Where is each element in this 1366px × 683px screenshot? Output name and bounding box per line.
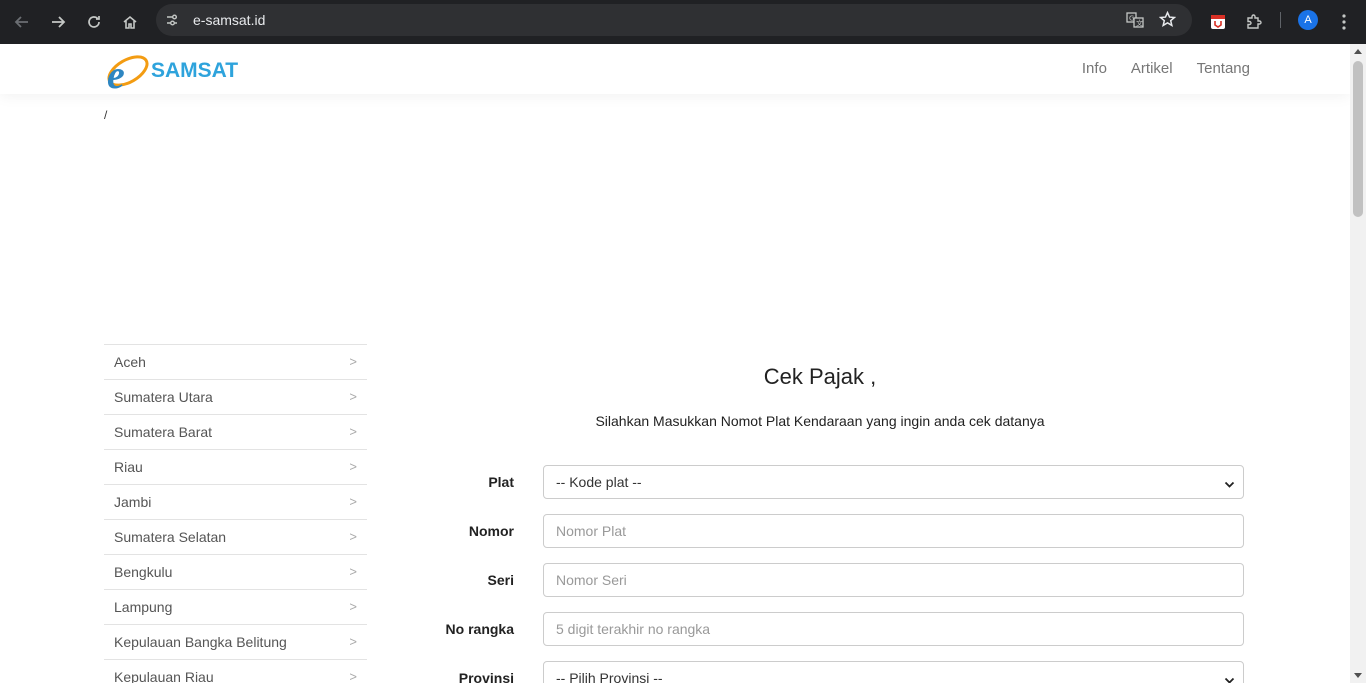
sidebar-item-label: Bengkulu: [114, 564, 173, 580]
provinsi-select-value: -- Pilih Provinsi --: [556, 670, 663, 683]
chevron-right-icon: >: [349, 354, 357, 369]
sidebar-item-jambi[interactable]: Jambi >: [104, 484, 367, 519]
sidebar-item-label: Riau: [114, 459, 143, 475]
address-bar[interactable]: e-samsat.id G文: [156, 4, 1192, 36]
extensions-puzzle-icon[interactable]: [1242, 10, 1266, 34]
sidebar-item-bengkulu[interactable]: Bengkulu >: [104, 554, 367, 589]
rangka-row: No rangka 5 digit terakhir no rangka: [420, 612, 1244, 646]
plat-label: Plat: [488, 474, 514, 490]
sidebar-item-label: Jambi: [114, 494, 152, 510]
nav-link-artikel[interactable]: Artikel: [1131, 60, 1173, 77]
seri-input[interactable]: Nomor Seri: [543, 563, 1244, 597]
sidebar-item-sumatera-barat[interactable]: Sumatera Barat >: [104, 414, 367, 449]
nomor-input[interactable]: Nomor Plat: [543, 514, 1244, 548]
scroll-up-arrow-icon[interactable]: [1354, 49, 1362, 54]
chevron-right-icon: >: [349, 634, 357, 649]
rangka-label: No rangka: [445, 621, 514, 637]
chevron-right-icon: >: [349, 669, 357, 683]
plat-row: Plat -- Kode plat --: [420, 465, 1244, 499]
sidebar-item-label: Kepulauan Bangka Belitung: [114, 634, 287, 650]
toolbar-divider: [1280, 12, 1281, 28]
nomor-label: Nomor: [468, 523, 514, 539]
sidebar-item-sumatera-utara[interactable]: Sumatera Utara >: [104, 379, 367, 414]
sidebar-item-kepulauan-riau[interactable]: Kepulauan Riau >: [104, 659, 367, 683]
back-icon[interactable]: [10, 10, 34, 34]
page-scrollbar[interactable]: [1350, 44, 1366, 683]
home-icon[interactable]: [118, 10, 142, 34]
reload-icon[interactable]: [82, 10, 106, 34]
provinsi-label: Provinsi: [458, 670, 514, 683]
seri-row: Seri Nomor Seri: [420, 563, 1244, 597]
provinsi-row: Provinsi -- Pilih Provinsi --: [420, 661, 1244, 683]
chevron-right-icon: >: [349, 599, 357, 614]
sidebar-item-lampung[interactable]: Lampung >: [104, 589, 367, 624]
chevron-right-icon: >: [349, 459, 357, 474]
forward-icon[interactable]: [46, 10, 70, 34]
site-info-icon[interactable]: [164, 12, 180, 33]
scroll-down-arrow-icon[interactable]: [1354, 673, 1362, 678]
nav-link-tentang[interactable]: Tentang: [1197, 60, 1250, 77]
translate-icon[interactable]: G文: [1126, 12, 1144, 33]
page-viewport: e SAMSAT Info Artikel Tentang / Aceh > Su…: [0, 44, 1366, 683]
breadcrumb: /: [104, 108, 108, 122]
sidebar-item-label: Aceh: [114, 354, 146, 370]
nav-link-info[interactable]: Info: [1082, 60, 1107, 77]
sidebar-item-riau[interactable]: Riau >: [104, 449, 367, 484]
svg-text:e: e: [107, 52, 125, 92]
chevron-right-icon: >: [349, 389, 357, 404]
sidebar-item-label: Lampung: [114, 599, 173, 615]
province-sidebar: Aceh > Sumatera Utara > Sumatera Barat > Ri…: [104, 344, 367, 683]
esamsat-logo[interactable]: e SAMSAT: [105, 48, 240, 97]
form-title: Cek Pajak ,: [763, 364, 877, 389]
chevron-right-icon: >: [349, 494, 357, 509]
svg-text:文: 文: [1136, 19, 1143, 28]
sidebar-item-sumatera-selatan[interactable]: Sumatera Selatan >: [104, 519, 367, 554]
site-navbar: e SAMSAT Info Artikel Tentang: [0, 44, 1350, 97]
chevron-right-icon: >: [349, 564, 357, 579]
extension-red-icon[interactable]: [1206, 10, 1230, 34]
kebab-menu-icon[interactable]: [1332, 10, 1356, 34]
profile-avatar[interactable]: A: [1298, 10, 1318, 30]
sidebar-item-label: Sumatera Selatan: [114, 529, 227, 545]
chevron-right-icon: >: [349, 424, 357, 439]
sidebar-item-label: Sumatera Utara: [114, 389, 213, 405]
browser-toolbar: e-samsat.id G文 A: [0, 0, 1366, 44]
scrollbar-thumb[interactable]: [1353, 61, 1363, 217]
chevron-right-icon: >: [349, 529, 357, 544]
bookmark-star-icon[interactable]: [1158, 10, 1177, 33]
sidebar-item-label: Kepulauan Riau: [114, 669, 214, 683]
rangka-input[interactable]: 5 digit terakhir no rangka: [543, 612, 1244, 646]
sidebar-item-label: Sumatera Barat: [114, 424, 213, 440]
nomor-row: Nomor Nomor Plat: [420, 514, 1244, 548]
provinsi-select[interactable]: -- Pilih Provinsi --: [543, 661, 1244, 683]
chevron-down-icon: [1224, 673, 1235, 683]
sidebar-item-aceh[interactable]: Aceh >: [104, 344, 367, 379]
plat-select-value: -- Kode plat --: [556, 474, 642, 490]
url-text: e-samsat.id: [193, 12, 266, 28]
form-subtitle: Silahkan Masukkan Nomot Plat Kendaraan y…: [595, 413, 1045, 429]
chevron-down-icon: [1224, 477, 1235, 493]
plat-select[interactable]: -- Kode plat --: [543, 465, 1244, 499]
nav-links: Info Artikel Tentang: [1082, 60, 1250, 77]
logo-text: SAMSAT: [151, 59, 238, 82]
seri-label: Seri: [487, 572, 514, 588]
sidebar-item-kepulauan-bangka-belitung[interactable]: Kepulauan Bangka Belitung >: [104, 624, 367, 659]
